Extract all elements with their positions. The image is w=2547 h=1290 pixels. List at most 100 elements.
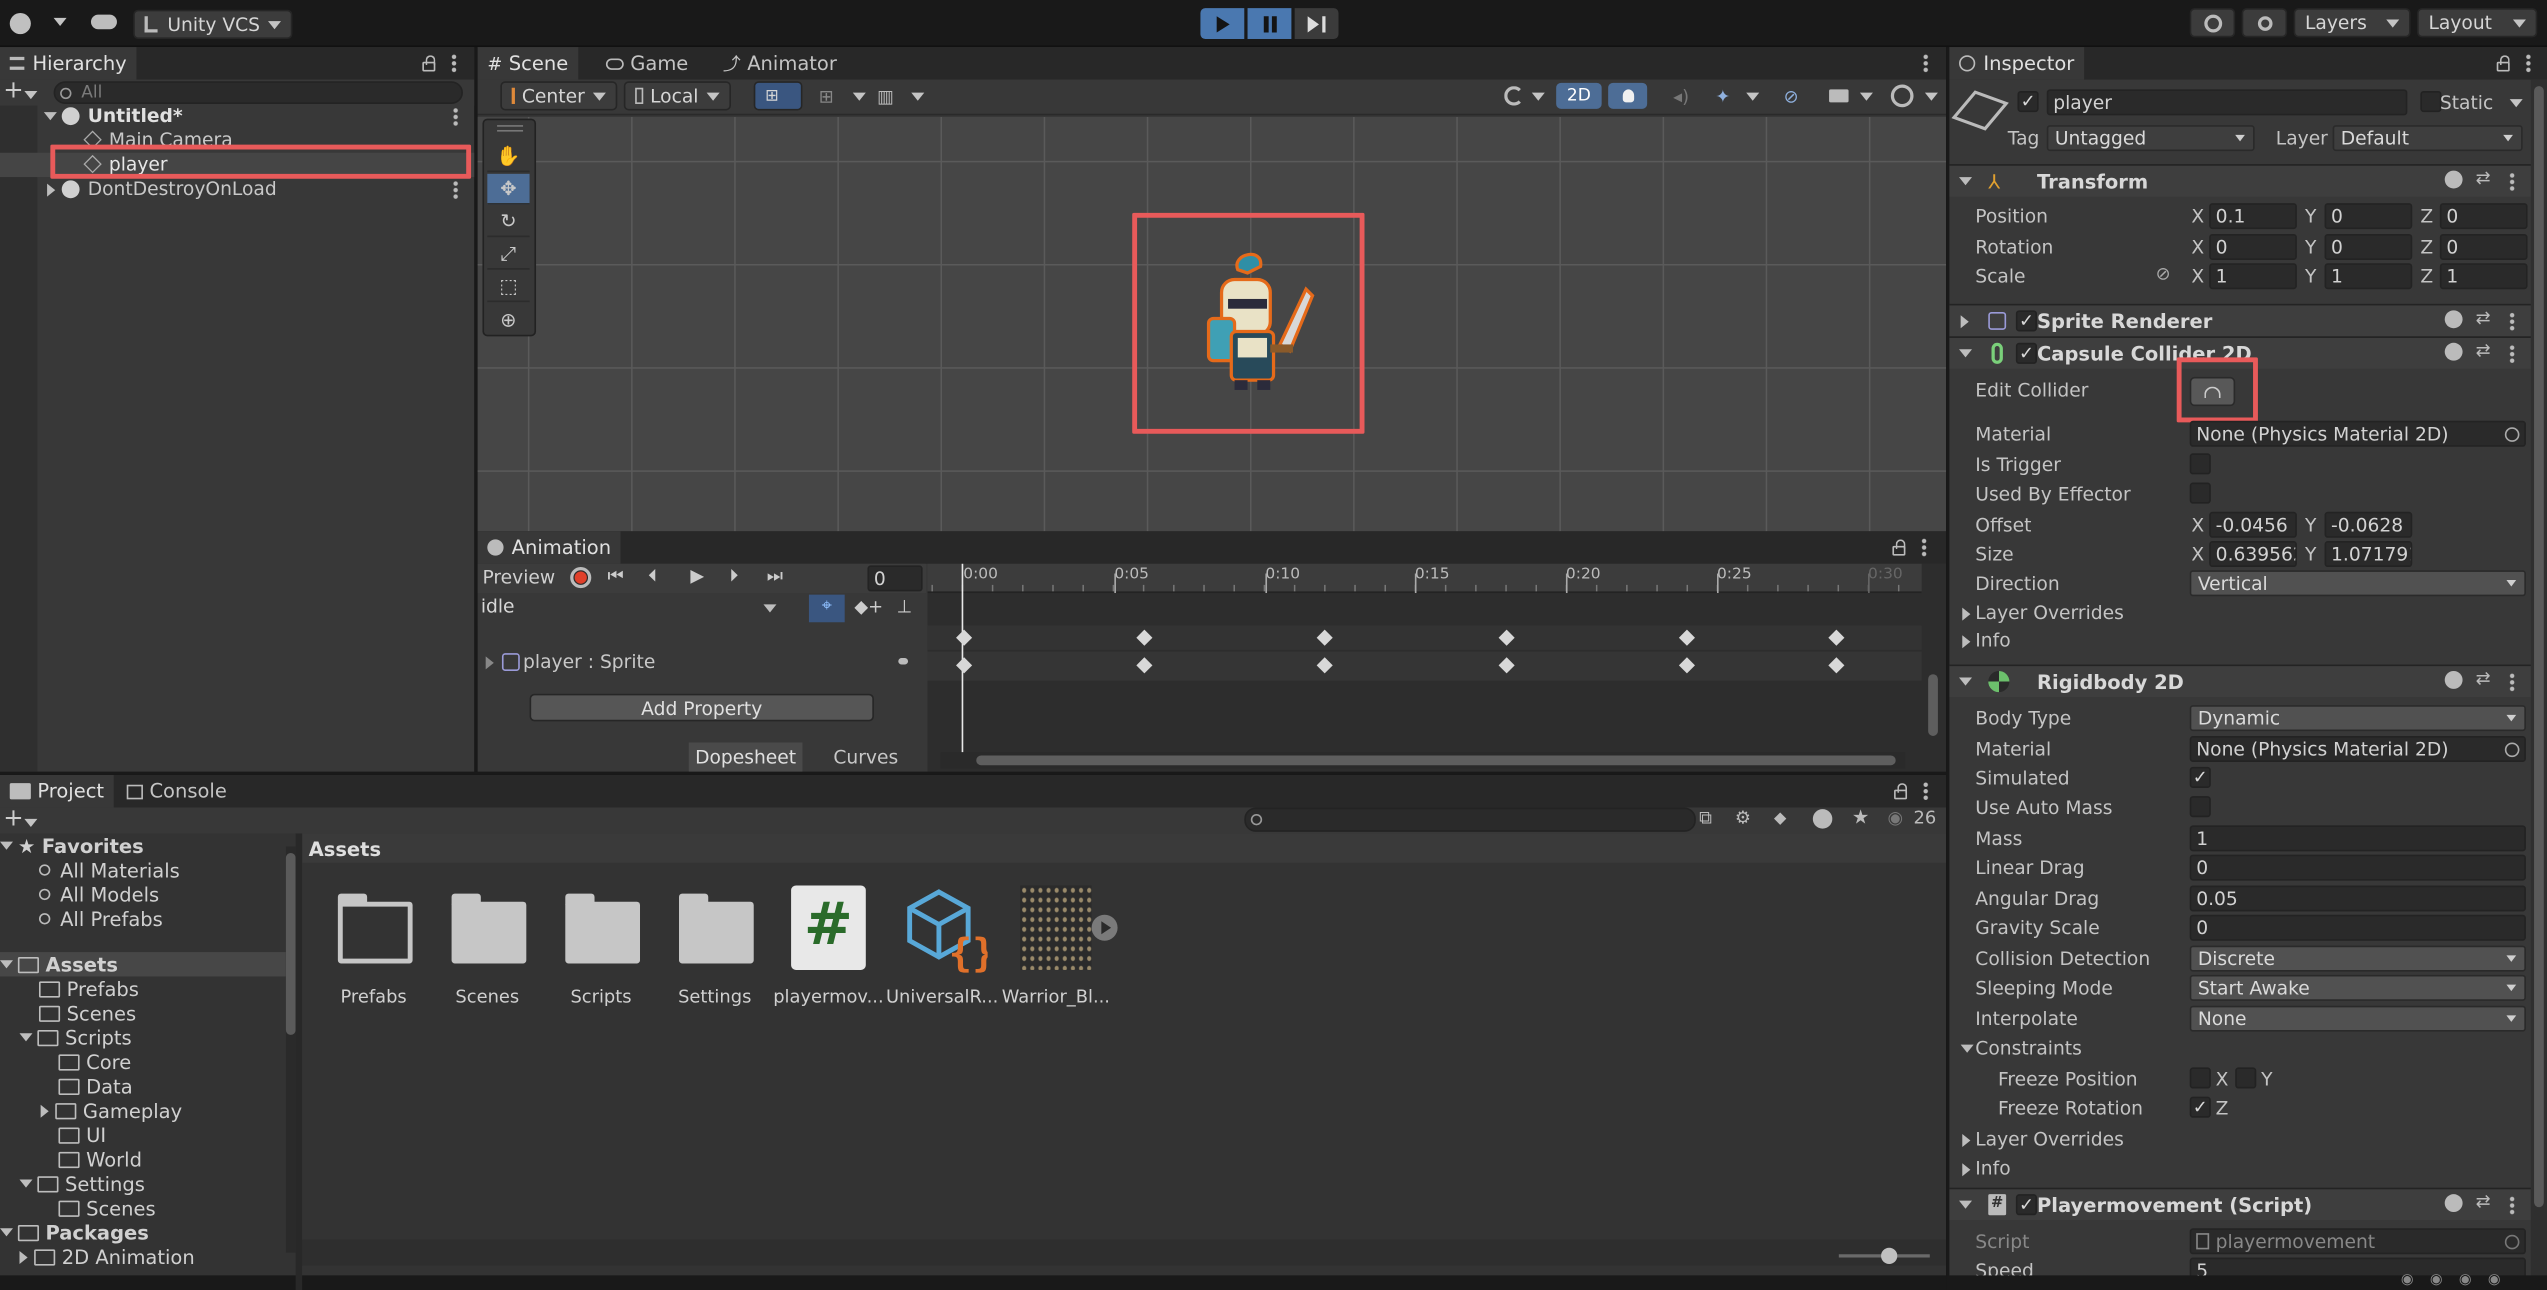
time-ruler[interactable]: 0:00 0:05 0:10 0:15 0:20 0:25 0:30: [927, 563, 1922, 594]
interpolate-dropdown[interactable]: None: [2189, 1005, 2526, 1032]
search-button[interactable]: [2241, 8, 2288, 38]
freeze-position-x[interactable]: [2189, 1067, 2211, 1089]
rotation-z[interactable]: 0: [2439, 233, 2528, 260]
next-key-icon[interactable]: ⏵: [729, 565, 738, 588]
property-key-icon[interactable]: [898, 658, 909, 665]
property-row[interactable]: player : Sprite: [478, 648, 926, 677]
collider-enabled[interactable]: ✓: [2015, 342, 2037, 364]
rigidbody-layer-overrides[interactable]: Layer Overrides: [1975, 1128, 2124, 1151]
object-picker-icon[interactable]: [2504, 742, 2520, 758]
rect-tool[interactable]: ⬚: [487, 271, 530, 303]
collision-detection-dropdown[interactable]: Discrete: [2189, 945, 2526, 972]
transform-tool[interactable]: ⊕: [487, 304, 529, 335]
lock-icon[interactable]: [1894, 783, 1908, 800]
component-menu-icon[interactable]: [2509, 1195, 2515, 1216]
component-playermovement[interactable]: # ✓ Playermovement (Script) ⇄: [1949, 1187, 2547, 1221]
rigidbody-info[interactable]: Info: [1975, 1157, 2010, 1180]
scale-z[interactable]: 1: [2439, 263, 2528, 290]
asset-folder-settings[interactable]: Settings: [656, 879, 773, 1015]
gizmos-icon[interactable]: [1890, 84, 1914, 108]
favorite-star-icon[interactable]: ★: [1852, 806, 1869, 829]
camera-dropdown[interactable]: [1852, 84, 1873, 107]
layout-dropdown[interactable]: Layout: [2417, 8, 2538, 38]
effects-icon[interactable]: ✦: [1715, 86, 1730, 107]
timeline-vscroll[interactable]: [1925, 652, 1941, 749]
snap-grid-button[interactable]: ⊞: [753, 81, 803, 111]
menu-icon[interactable]: [2525, 53, 2531, 74]
add-keyframe-icon[interactable]: ◆+: [854, 596, 883, 617]
draw-mode-icon[interactable]: [1504, 86, 1524, 106]
collider-material-field[interactable]: None (Physics Material 2D): [2189, 420, 2526, 447]
favorites-header[interactable]: ★ Favorites: [0, 833, 144, 857]
freeze-position-y[interactable]: [2235, 1067, 2257, 1089]
search-options-icon[interactable]: ⧉: [1699, 807, 1712, 830]
asset-folder-prefabs[interactable]: Prefabs: [315, 879, 432, 1015]
offset-x[interactable]: -0.0456: [2209, 511, 2297, 538]
frame-field[interactable]: 0: [867, 565, 923, 592]
offset-y[interactable]: -0.0628: [2324, 511, 2413, 538]
clip-dropdown[interactable]: idle: [478, 595, 783, 623]
collider-info[interactable]: Info: [1975, 629, 2010, 652]
tree-scrollbar[interactable]: [285, 846, 296, 1253]
gravity-scale-field[interactable]: 0: [2189, 914, 2526, 941]
position-z[interactable]: 0: [2439, 203, 2528, 230]
menu-icon[interactable]: [1921, 537, 1927, 558]
tree-folder-settings[interactable]: Settings: [19, 1171, 145, 1195]
position-x[interactable]: 0.1: [2209, 203, 2297, 230]
asset-warrior-sprite[interactable]: Warrior_Bl...: [997, 879, 1118, 1015]
step-button[interactable]: [1294, 8, 1339, 39]
increment-dropdown[interactable]: [903, 84, 924, 107]
project-search-input[interactable]: [1244, 807, 1696, 832]
lock-icon[interactable]: [1892, 539, 1906, 556]
grid-toggle-icon[interactable]: ⊞: [819, 86, 834, 107]
layers-dropdown[interactable]: Layers: [2293, 8, 2411, 38]
presets-icon[interactable]: ⇄: [2476, 668, 2491, 689]
help-icon[interactable]: [2444, 342, 2463, 361]
asset-script-playermovement[interactable]: # playermov...: [770, 879, 887, 1015]
presets-icon[interactable]: ⇄: [2476, 1191, 2491, 1212]
help-icon[interactable]: [2444, 671, 2463, 689]
unity-vcs-button[interactable]: Unity VCS: [133, 9, 293, 39]
component-menu-icon[interactable]: [2509, 172, 2515, 192]
grid-dropdown[interactable]: [845, 84, 866, 107]
static-checkbox[interactable]: [2420, 90, 2442, 113]
linear-drag-field[interactable]: 0: [2189, 854, 2526, 881]
tree-folder-world[interactable]: World: [58, 1147, 142, 1171]
scale-x[interactable]: 1: [2209, 263, 2297, 290]
filter-label-icon[interactable]: ⬥: [1774, 807, 1787, 830]
inspector-scrollbar[interactable]: [2530, 79, 2547, 1290]
status-icons[interactable]: ◉◉◉◉: [2401, 1272, 2517, 1288]
tree-folder-prefabs[interactable]: Prefabs: [38, 976, 139, 1000]
preview-button[interactable]: Preview: [482, 565, 555, 588]
help-icon[interactable]: [2444, 1194, 2463, 1213]
constrain-proportions-icon[interactable]: ⊘: [2156, 263, 2171, 284]
object-name-input[interactable]: player: [2046, 89, 2408, 116]
tab-scene[interactable]: # Scene: [477, 47, 578, 80]
asset-universal-render[interactable]: {} UniversalR...: [884, 879, 1001, 1015]
expand-icon[interactable]: [485, 656, 494, 670]
move-tool[interactable]: ✥: [487, 173, 530, 205]
rotate-tool[interactable]: ↻: [487, 206, 530, 238]
visibility-icon[interactable]: ◉: [1888, 807, 1904, 828]
tree-folder-gameplay[interactable]: Gameplay: [40, 1098, 182, 1122]
tag-dropdown[interactable]: Untagged: [2046, 125, 2255, 152]
component-transform[interactable]: ⅄ Transform ⇄: [1949, 164, 2547, 197]
cloud-icon[interactable]: [90, 14, 117, 30]
breadcrumb[interactable]: Assets: [309, 838, 381, 861]
add-event-icon[interactable]: ⊥: [897, 596, 913, 617]
pause-button[interactable]: [1247, 8, 1292, 39]
active-checkbox[interactable]: ✓: [2017, 90, 2039, 113]
expand-icon[interactable]: [1962, 607, 1971, 621]
expand-icon[interactable]: [43, 112, 57, 121]
tree-package-2d-animation[interactable]: 2D Animation: [19, 1245, 195, 1269]
object-picker-icon[interactable]: [2504, 427, 2520, 442]
presets-icon[interactable]: ⇄: [2476, 167, 2491, 188]
rigidbody-material-field[interactable]: None (Physics Material 2D): [2189, 735, 2526, 762]
used-by-effector-checkbox[interactable]: [2189, 482, 2211, 504]
position-y[interactable]: 0: [2324, 203, 2413, 230]
pivot-dropdown[interactable]: Center: [500, 81, 618, 111]
expand-icon[interactable]: [1962, 1134, 1971, 1148]
layer-dropdown[interactable]: Default: [2332, 125, 2523, 152]
scene-row[interactable]: Untitled*: [0, 104, 474, 128]
freeze-rotation-z[interactable]: ✓: [2189, 1096, 2211, 1118]
